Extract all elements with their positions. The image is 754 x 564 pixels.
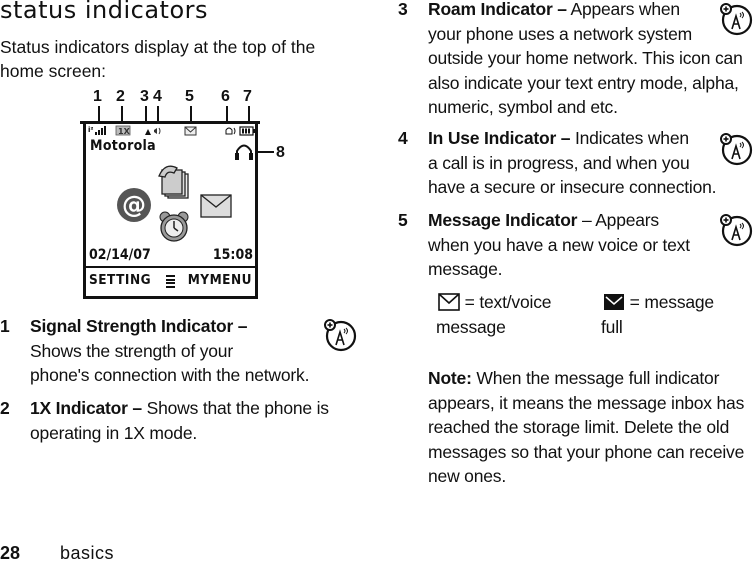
note-block: Note: When the message full indicator ap… bbox=[428, 366, 754, 489]
item-number: 1 bbox=[0, 316, 10, 336]
item-number: 4 bbox=[398, 128, 408, 148]
feature-network-icon bbox=[323, 318, 357, 352]
legend-label: = message bbox=[629, 292, 714, 312]
page-title: status indicators bbox=[0, 0, 209, 24]
note-text: reached the storage limit. Delete the ol… bbox=[428, 417, 730, 437]
envelope-outline-icon bbox=[438, 293, 460, 311]
callout-line bbox=[226, 106, 228, 122]
callout-line bbox=[258, 151, 274, 153]
svg-text:i²: i² bbox=[88, 126, 93, 134]
item-desc: outside your home network. This icon can bbox=[428, 48, 743, 68]
item-desc: numeric, symbol and etc. bbox=[428, 97, 618, 117]
callout-8: 8 bbox=[276, 144, 285, 161]
item-number: 5 bbox=[398, 210, 408, 230]
note-text: When the message full indicator bbox=[471, 368, 720, 388]
time-display: 15:08 bbox=[212, 247, 253, 263]
item-desc: Shows the strength of your bbox=[30, 340, 233, 361]
item-desc: phone's connection with the network. bbox=[30, 365, 310, 385]
note-text: appears, it means the message inbox has bbox=[428, 392, 745, 413]
in-use-icon bbox=[154, 127, 161, 135]
message-icon bbox=[184, 126, 197, 136]
legend-label: = text/voice bbox=[464, 292, 552, 312]
svg-text:@: @ bbox=[122, 191, 146, 219]
callout-4: 4 bbox=[153, 88, 162, 105]
note-label: Note: bbox=[428, 368, 472, 388]
phonebook-icon bbox=[158, 165, 189, 199]
callout-line bbox=[190, 106, 192, 122]
soft-key-bar: SETTING MYMENU bbox=[86, 266, 255, 296]
callout-line bbox=[157, 106, 159, 122]
legend-label: message bbox=[436, 316, 506, 337]
item-desc: Indicates when bbox=[570, 128, 689, 148]
callout-7: 7 bbox=[243, 88, 252, 105]
item-desc: a call is in progress, and when you bbox=[428, 152, 690, 173]
status-bar: i² 1X bbox=[88, 123, 255, 137]
legend-message-full: = message full bbox=[601, 290, 751, 339]
callout-5: 5 bbox=[185, 88, 194, 105]
section-name: basics bbox=[60, 543, 115, 563]
item-number: 2 bbox=[0, 398, 10, 418]
email-at-icon: @ bbox=[117, 188, 151, 222]
feature-network-icon bbox=[719, 2, 753, 36]
battery-icon bbox=[239, 126, 255, 136]
headset-icon bbox=[235, 144, 253, 160]
legend-label: full bbox=[601, 316, 623, 337]
callout-line bbox=[248, 106, 250, 122]
signal-strength-icon: i² bbox=[88, 126, 106, 135]
item-desc: your phone uses a network system bbox=[428, 23, 693, 44]
menu-icon[interactable] bbox=[166, 275, 175, 289]
soft-key-left[interactable]: SETTING bbox=[89, 272, 151, 288]
page-number: 28 bbox=[0, 543, 21, 563]
item-number: 3 bbox=[398, 0, 408, 19]
item-title: In Use Indicator – bbox=[428, 128, 571, 148]
item-desc: Shows that the phone is bbox=[141, 398, 329, 418]
item-desc: – Appears bbox=[577, 210, 659, 230]
intro-text: Status indicators display at the top of … bbox=[0, 37, 316, 81]
item-desc: message. bbox=[428, 259, 503, 279]
callout-6: 6 bbox=[221, 88, 230, 105]
svg-text:1X: 1X bbox=[118, 127, 131, 136]
item-title: Signal Strength Indicator – bbox=[30, 316, 248, 336]
envelope-filled-icon bbox=[604, 294, 624, 310]
item-title: Roam Indicator – bbox=[428, 0, 567, 19]
item-desc: also indicate your text entry mode, alph… bbox=[428, 72, 739, 93]
callout-1: 1 bbox=[93, 88, 102, 105]
date-display: 02/14/07 bbox=[89, 247, 151, 263]
item-desc: have a secure or insecure connection. bbox=[428, 177, 717, 197]
1x-icon: 1X bbox=[115, 125, 131, 136]
note-text: new ones. bbox=[428, 466, 506, 486]
item-desc: operating in 1X mode. bbox=[30, 422, 198, 443]
message-envelope-icon bbox=[200, 194, 232, 218]
note-text: messages so that your phone can receive bbox=[428, 441, 745, 462]
item-title: Message Indicator bbox=[428, 210, 578, 230]
phone-screen: i² 1X Motorola @ 02/14/07 15:08 SETTING … bbox=[83, 121, 258, 299]
callout-3: 3 bbox=[140, 88, 149, 105]
item-desc: Appears when bbox=[566, 0, 680, 19]
alarm-clock-icon bbox=[159, 211, 189, 242]
ring-style-icon bbox=[225, 127, 236, 135]
roam-icon bbox=[145, 129, 151, 135]
callout-line bbox=[121, 106, 123, 122]
item-title: 1X Indicator – bbox=[30, 398, 142, 418]
legend-text-voice: = text/voice message bbox=[436, 290, 596, 339]
soft-key-right[interactable]: MYMENU bbox=[188, 272, 252, 288]
brand-label: Motorola bbox=[90, 138, 156, 154]
callout-2: 2 bbox=[116, 88, 125, 105]
item-desc: when you have a new voice or text bbox=[428, 234, 690, 255]
feature-network-icon bbox=[719, 213, 753, 247]
callout-line bbox=[98, 106, 100, 122]
feature-network-icon bbox=[719, 132, 753, 166]
callout-line bbox=[145, 106, 147, 122]
